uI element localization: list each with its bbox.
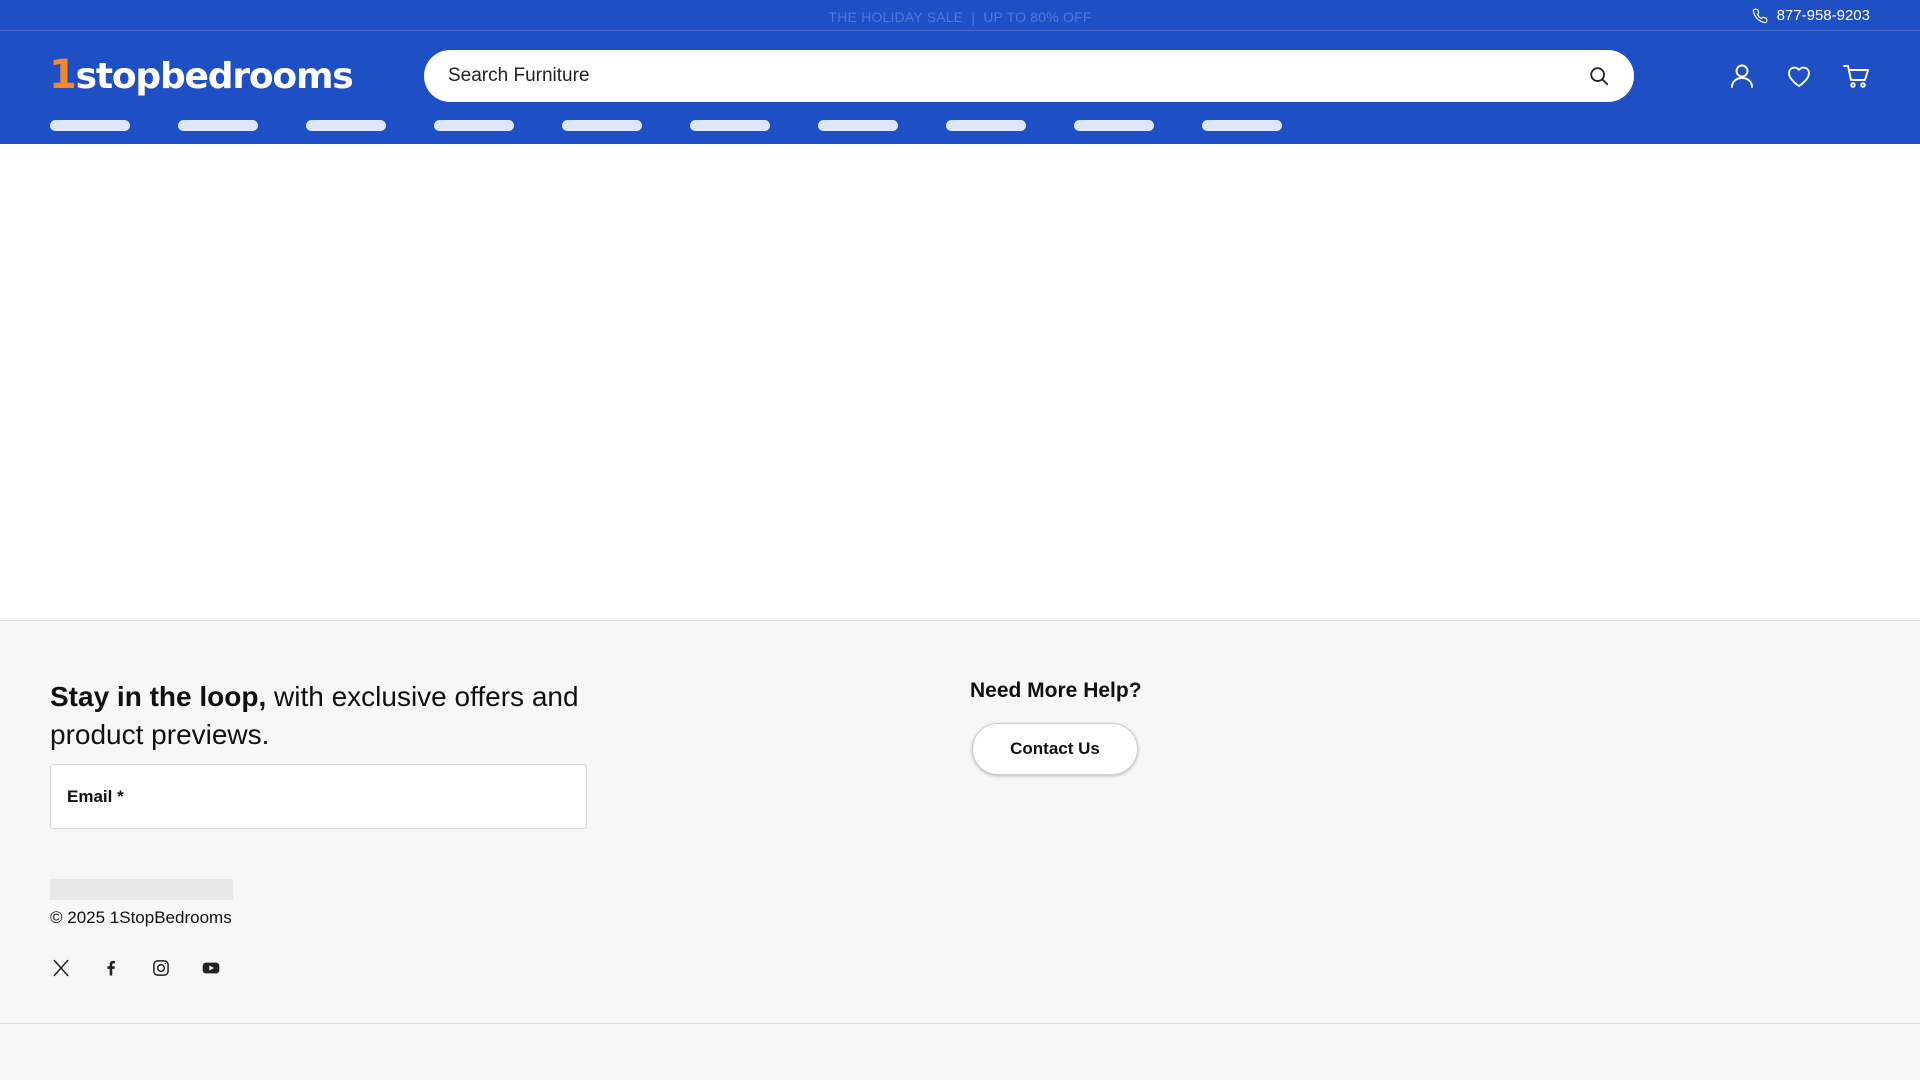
- footer-divider: [0, 1023, 1920, 1024]
- user-icon[interactable]: [1728, 62, 1756, 90]
- instagram-icon[interactable]: [150, 957, 172, 979]
- nav-item-loading[interactable]: [1074, 120, 1154, 131]
- search-bar: [424, 50, 1634, 102]
- email-field[interactable]: Email *: [50, 764, 587, 829]
- site-logo[interactable]: 1 stopbedrooms: [49, 52, 354, 98]
- cart-icon[interactable]: [1842, 62, 1870, 90]
- main-content: [0, 144, 1920, 620]
- promo-discount: UP TO 80% OFF: [983, 9, 1092, 25]
- promo-separator: |: [971, 9, 976, 25]
- email-label: Email *: [67, 786, 124, 806]
- phone-number: 877-958-9203: [1776, 7, 1870, 24]
- search-icon[interactable]: [1588, 65, 1610, 87]
- social-links: [50, 957, 222, 979]
- loading-placeholder: [50, 879, 233, 900]
- nav-item-loading[interactable]: [562, 120, 642, 131]
- top-bar: THE HOLIDAY SALE | UP TO 80% OFF 877-958-9…: [0, 0, 1920, 31]
- site-header: THE HOLIDAY SALE | UP TO 80% OFF 877-958-9…: [0, 0, 1920, 144]
- contact-us-button[interactable]: Contact Us: [972, 723, 1138, 775]
- site-footer: Stay in the loop, with exclusive offers …: [0, 620, 1920, 1080]
- nav-item-loading[interactable]: [690, 120, 770, 131]
- nav-item-loading[interactable]: [306, 120, 386, 131]
- help-title: Need More Help?: [970, 679, 1142, 702]
- main-nav: [50, 120, 1282, 131]
- newsletter-heading-bold: Stay in the loop,: [50, 681, 267, 712]
- facebook-icon[interactable]: [100, 957, 122, 979]
- phone-link[interactable]: 877-958-9203: [1752, 7, 1870, 24]
- nav-item-loading[interactable]: [434, 120, 514, 131]
- nav-item-loading[interactable]: [946, 120, 1026, 131]
- youtube-icon[interactable]: [200, 957, 222, 979]
- heart-icon[interactable]: [1785, 62, 1813, 90]
- promo-banner[interactable]: THE HOLIDAY SALE | UP TO 80% OFF: [0, 9, 1920, 25]
- promo-title: THE HOLIDAY SALE: [828, 9, 964, 25]
- nav-item-loading[interactable]: [818, 120, 898, 131]
- header-actions: [1728, 62, 1870, 90]
- nav-item-loading[interactable]: [1202, 120, 1282, 131]
- newsletter-heading: Stay in the loop, with exclusive offers …: [50, 678, 610, 754]
- logo-number: 1: [49, 52, 77, 98]
- copyright: © 2025 1StopBedrooms: [50, 908, 232, 927]
- help-section: Need More Help? Contact Us: [970, 679, 1142, 775]
- phone-icon: [1752, 8, 1767, 23]
- search-input[interactable]: [448, 65, 1588, 87]
- nav-item-loading[interactable]: [178, 120, 258, 131]
- x-icon[interactable]: [50, 957, 72, 979]
- nav-item-loading[interactable]: [50, 120, 130, 131]
- logo-wordmark: stopbedrooms: [75, 56, 354, 97]
